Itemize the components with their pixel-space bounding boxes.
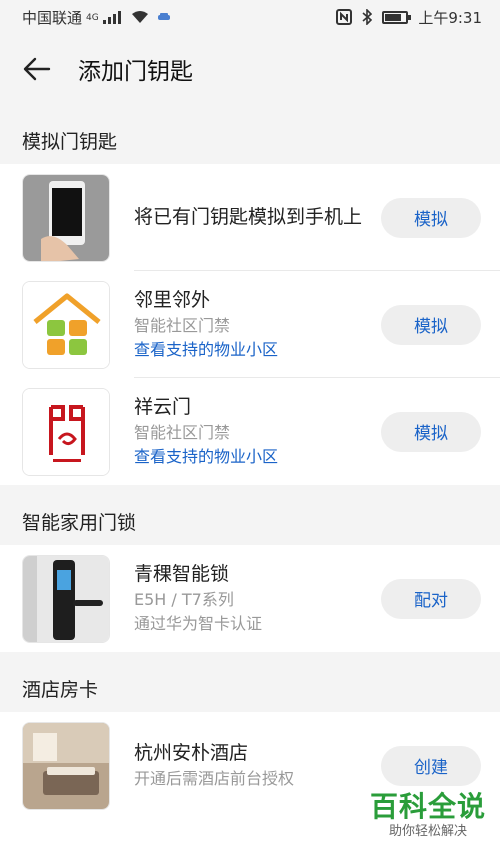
back-arrow-icon[interactable] xyxy=(22,54,52,84)
status-bar: 中国联通 4G 上午9:31 xyxy=(0,0,500,34)
app-bar: 添加门钥匙 xyxy=(0,34,500,104)
item-subtitle: 智能社区门禁 xyxy=(134,316,231,335)
list-item-simulate-existing-key[interactable]: 将已有门钥匙模拟到手机上 模拟 xyxy=(0,164,500,271)
neighbor-house-logo xyxy=(22,280,110,369)
watermark-title: 百科全说 xyxy=(369,790,486,823)
simulate-button[interactable]: 模拟 xyxy=(381,197,481,238)
clock-label: 上午9:31 xyxy=(418,8,482,27)
section-header-simulated-keys: 模拟门钥匙 xyxy=(0,104,500,164)
signal-icon xyxy=(102,10,121,24)
page-title: 添加门钥匙 xyxy=(78,59,193,85)
network-type-label: 4G xyxy=(86,12,99,23)
item-subtitle: 开通后需酒店前台授权 xyxy=(134,769,295,788)
list-item-qingke-lock[interactable]: 青稞智能锁 E5H / T7系列 通过华为智卡认证 配对 xyxy=(0,545,500,652)
section-header-hotel-cards: 酒店房卡 xyxy=(0,652,500,712)
simulate-button[interactable]: 模拟 xyxy=(381,411,481,452)
wifi-icon xyxy=(131,11,148,23)
item-subtitle: E5H / T7系列 xyxy=(134,590,234,609)
item-subtitle: 智能社区门禁 xyxy=(134,423,231,442)
item-certification: 通过华为智卡认证 xyxy=(134,614,263,633)
item-title: 青稞智能锁 xyxy=(134,563,230,585)
hotel-room-image xyxy=(22,721,110,810)
supported-communities-link[interactable]: 查看支持的物业小区 xyxy=(134,338,381,362)
simulate-button[interactable]: 模拟 xyxy=(381,304,481,345)
section-header-smart-locks: 智能家用门锁 xyxy=(0,485,500,545)
smart-lock-image xyxy=(22,554,110,643)
supported-communities-link[interactable]: 查看支持的物业小区 xyxy=(134,445,381,469)
xiangyun-logo xyxy=(22,387,110,476)
item-title: 将已有门钥匙模拟到手机上 xyxy=(134,206,363,228)
list-item-xiangyunmen[interactable]: 祥云门 智能社区门禁 查看支持的物业小区 模拟 xyxy=(0,378,500,485)
create-button[interactable]: 创建 xyxy=(381,745,481,786)
app-notification-icon xyxy=(157,13,170,20)
simulated-keys-list: 将已有门钥匙模拟到手机上 模拟 邻里邻外 智能社区门禁 查看支持的物业小区 模拟 xyxy=(0,164,500,485)
item-title: 邻里邻外 xyxy=(134,289,211,311)
list-item-linli-linwai[interactable]: 邻里邻外 智能社区门禁 查看支持的物业小区 模拟 xyxy=(0,271,500,378)
watermark-subtitle: 助你轻松解决 xyxy=(388,824,467,839)
carrier-label: 中国联通 xyxy=(22,8,83,27)
phone-in-hand-image xyxy=(22,173,110,262)
watermark-logo: 百科全说 助你轻松解决 xyxy=(370,791,486,841)
item-title: 杭州安朴酒店 xyxy=(134,742,249,764)
nfc-icon xyxy=(336,9,353,25)
item-title: 祥云门 xyxy=(134,396,192,418)
smart-locks-list: 青稞智能锁 E5H / T7系列 通过华为智卡认证 配对 xyxy=(0,545,500,652)
battery-icon xyxy=(382,10,412,24)
bluetooth-icon xyxy=(362,9,373,25)
pair-button[interactable]: 配对 xyxy=(381,578,481,619)
